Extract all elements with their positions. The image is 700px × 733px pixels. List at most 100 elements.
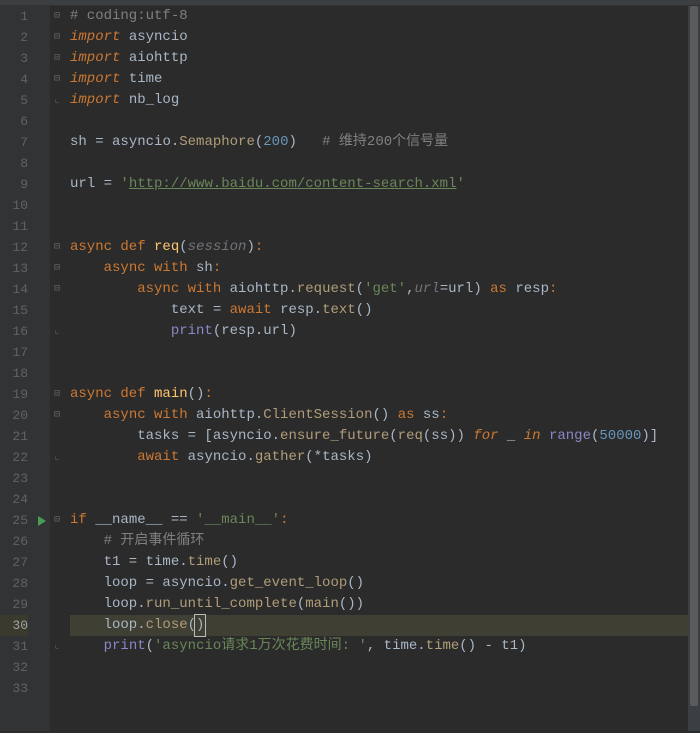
code-editor[interactable]: 1234567891011121314151617181920212223242…	[0, 6, 700, 731]
line-number[interactable]: 10	[0, 195, 28, 216]
line-number[interactable]: 5	[0, 90, 28, 111]
line-number[interactable]: 15	[0, 300, 28, 321]
line-number[interactable]: 2	[0, 27, 28, 48]
code-token: ()	[347, 575, 364, 591]
code-line[interactable]: async def req(session):	[70, 237, 688, 258]
fold-toggle-icon[interactable]: ⊟	[52, 237, 62, 258]
line-number[interactable]: 8	[0, 153, 28, 174]
line-number[interactable]: 11	[0, 216, 28, 237]
fold-toggle-icon[interactable]: ⊟	[52, 258, 62, 279]
line-number[interactable]: 1	[0, 6, 28, 27]
line-number[interactable]: 16	[0, 321, 28, 342]
code-line[interactable]	[70, 111, 688, 132]
line-number[interactable]: 32	[0, 657, 28, 678]
code-line[interactable]: async def main():	[70, 384, 688, 405]
line-number[interactable]: 29	[0, 594, 28, 615]
code-line[interactable]	[70, 195, 688, 216]
code-line[interactable]: # 开启事件循环	[70, 531, 688, 552]
line-number[interactable]: 17	[0, 342, 28, 363]
line-number[interactable]: 25	[0, 510, 28, 531]
code-token	[70, 260, 104, 276]
code-line[interactable]	[70, 153, 688, 174]
line-number[interactable]: 23	[0, 468, 28, 489]
line-number[interactable]: 33	[0, 678, 28, 699]
line-number[interactable]: 6	[0, 111, 28, 132]
fold-toggle-icon[interactable]: ⊟	[52, 405, 62, 426]
fold-toggle-icon[interactable]: ⊟	[52, 69, 62, 90]
fold-toggle-icon[interactable]: ⊟	[52, 384, 62, 405]
code-line[interactable]: await asyncio.gather(*tasks)	[70, 447, 688, 468]
line-number[interactable]: 21	[0, 426, 28, 447]
fold-toggle-icon[interactable]: ⊟	[52, 48, 62, 69]
code-token: =	[95, 134, 112, 150]
code-token: __name__ ==	[95, 512, 196, 528]
code-line[interactable]: import nb_log	[70, 90, 688, 111]
code-line[interactable]	[70, 342, 688, 363]
code-line[interactable]	[70, 657, 688, 678]
code-line[interactable]: text = await resp.text()	[70, 300, 688, 321]
fold-toggle-icon[interactable]: ⊟	[52, 510, 62, 531]
fold-toggle-icon[interactable]: ⊟	[52, 279, 62, 300]
vertical-scrollbar[interactable]	[688, 6, 700, 731]
fold-end-icon: ⌞	[52, 321, 62, 342]
code-line[interactable]	[70, 678, 688, 699]
code-line[interactable]: print(resp.url)	[70, 321, 688, 342]
code-token: http://www.baidu.com/content-search.xml	[129, 176, 457, 192]
code-token	[70, 533, 104, 549]
code-line[interactable]	[70, 216, 688, 237]
line-number[interactable]: 19	[0, 384, 28, 405]
code-line[interactable]: sh = asyncio.Semaphore(200) # 维持200个信号量	[70, 132, 688, 153]
code-line[interactable]: loop.close()	[70, 615, 688, 636]
code-line[interactable]: if __name__ == '__main__':	[70, 510, 688, 531]
fold-toggle-icon[interactable]: ⊟	[52, 6, 62, 27]
line-number[interactable]: 9	[0, 174, 28, 195]
line-number[interactable]: 7	[0, 132, 28, 153]
fold-toggle-icon[interactable]: ⊟	[52, 27, 62, 48]
code-token: _	[499, 428, 524, 444]
code-line[interactable]	[70, 489, 688, 510]
code-line[interactable]: import aiohttp	[70, 48, 688, 69]
line-number[interactable]: 14	[0, 279, 28, 300]
run-indicator-gutter[interactable]	[36, 6, 50, 731]
code-line[interactable]: loop = asyncio.get_event_loop()	[70, 573, 688, 594]
fold-gutter[interactable]: ⊟⊟⊟⊟⌞⊟⊟⊟⌞⊟⊟⌞⊟⌞	[50, 6, 64, 731]
code-token: import	[70, 50, 120, 66]
line-number[interactable]: 13	[0, 258, 28, 279]
line-number[interactable]: 31	[0, 636, 28, 657]
line-number[interactable]: 20	[0, 405, 28, 426]
code-line[interactable]: url = 'http://www.baidu.com/content-sear…	[70, 174, 688, 195]
code-line[interactable]: import time	[70, 69, 688, 90]
line-number[interactable]: 12	[0, 237, 28, 258]
code-line[interactable]: async with sh:	[70, 258, 688, 279]
code-line[interactable]: # coding:utf-8	[70, 6, 688, 27]
line-number[interactable]: 4	[0, 69, 28, 90]
code-line[interactable]: async with aiohttp.ClientSession() as ss…	[70, 405, 688, 426]
code-line[interactable]: tasks = [asyncio.ensure_future(req(ss)) …	[70, 426, 688, 447]
code-line[interactable]: t1 = time.time()	[70, 552, 688, 573]
code-line[interactable]	[70, 363, 688, 384]
line-number[interactable]: 24	[0, 489, 28, 510]
line-number-gutter[interactable]: 1234567891011121314151617181920212223242…	[0, 6, 36, 731]
code-token	[70, 449, 137, 465]
code-token	[120, 71, 128, 87]
code-line[interactable]: async with aiohttp.request('get',url=url…	[70, 279, 688, 300]
code-token: req	[154, 239, 179, 255]
code-token: time	[426, 638, 460, 654]
code-line[interactable]: print('asyncio请求1万次花费时间: ', time.time() …	[70, 636, 688, 657]
line-number[interactable]: 3	[0, 48, 28, 69]
code-token: as	[490, 281, 515, 297]
line-number[interactable]: 18	[0, 363, 28, 384]
line-number[interactable]: 26	[0, 531, 28, 552]
run-main-icon[interactable]	[38, 516, 46, 526]
line-number[interactable]: 28	[0, 573, 28, 594]
code-line[interactable]: loop.run_until_complete(main())	[70, 594, 688, 615]
code-line[interactable]	[70, 468, 688, 489]
code-area[interactable]: # coding:utf-8import asyncioimport aioht…	[64, 6, 688, 731]
code-line[interactable]: import asyncio	[70, 27, 688, 48]
code-token: session	[188, 239, 247, 255]
line-number[interactable]: 27	[0, 552, 28, 573]
line-number[interactable]: 22	[0, 447, 28, 468]
line-number[interactable]: 30	[0, 615, 28, 636]
scrollbar-thumb[interactable]	[690, 6, 698, 706]
code-token	[120, 92, 128, 108]
